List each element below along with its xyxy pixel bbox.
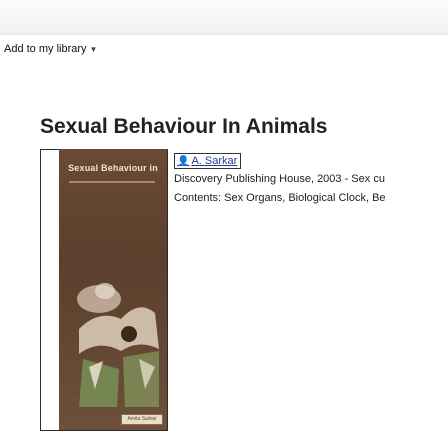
book-title: Sexual Behaviour In Animals xyxy=(40,115,328,138)
chevron-down-icon: ▼ xyxy=(89,45,98,54)
person-icon: 👤 xyxy=(177,155,190,167)
cover-divider xyxy=(69,181,155,183)
publisher-info: Discovery Publishing House, 2003 - Sex c… xyxy=(174,173,385,185)
top-bar xyxy=(0,0,448,35)
cover-title: Sexual Behaviour in xyxy=(68,163,158,173)
add-to-library-label: Add to my library xyxy=(4,43,87,55)
add-to-library-button[interactable]: Add to my library ▼ xyxy=(4,43,97,55)
cover-illustration xyxy=(77,283,159,407)
cover-author-label: Amita Sarkar xyxy=(121,414,163,425)
author-name: A. Sarkar xyxy=(191,155,238,167)
book-cover[interactable]: Sexual Behaviour in Amita Sarkar xyxy=(59,149,167,430)
author-link[interactable]: 👤 A. Sarkar xyxy=(174,153,242,169)
contents-info: Contents: Sex Organs, Biological Clock, … xyxy=(174,192,386,204)
